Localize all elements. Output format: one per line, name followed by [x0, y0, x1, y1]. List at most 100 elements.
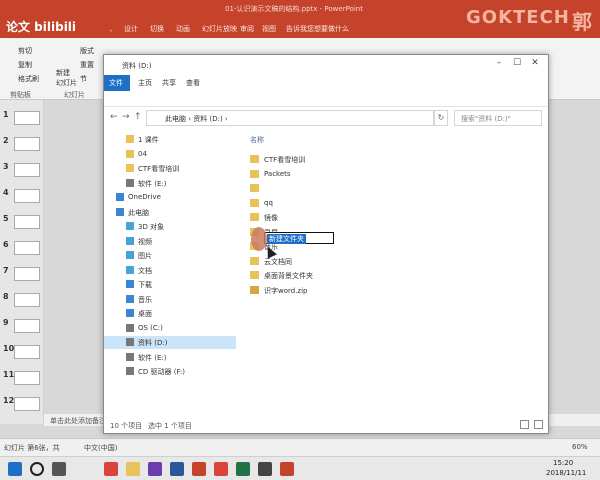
slide-thumbnail[interactable] [14, 111, 40, 125]
folder-icon [250, 285, 259, 294]
slide-thumbnail[interactable] [14, 397, 40, 411]
explorer-tabs: 文件 主页 共享 查看 [104, 75, 548, 91]
file-list-item[interactable]: 识字word.zip [244, 284, 424, 297]
tab-design[interactable]: 设计 [124, 24, 138, 34]
navigation-pane: 1 课件 04 CTF看雪培训 软件 (E:) OneDrive 此电脑 3D 对象 视频 图片… [104, 131, 236, 411]
format-painter-button[interactable]: 格式刷 [18, 74, 39, 84]
slide-number: 1 [3, 110, 9, 119]
clipboard-group-label: 剪贴板 [10, 91, 31, 99]
name-column-header[interactable]: 名称 [250, 135, 264, 145]
refresh-icon[interactable]: ↻ [434, 110, 448, 126]
nav-item[interactable]: 文档 [104, 264, 236, 277]
app-icon[interactable] [170, 462, 184, 476]
nav-item[interactable]: 下载 [104, 278, 236, 291]
app-icon[interactable] [258, 462, 272, 476]
nav-item-label: OS (C:) [138, 323, 163, 332]
copy-button[interactable]: 复制 [18, 60, 32, 70]
app-icon[interactable] [214, 462, 228, 476]
file-name: 桌面背景文件夹 [264, 272, 313, 280]
cortana-icon[interactable] [30, 462, 44, 476]
nav-item[interactable]: 04 [104, 148, 236, 161]
folder-icon [126, 149, 134, 158]
slide-thumbnail[interactable] [14, 241, 40, 255]
nav-item[interactable]: OS (C:) [104, 322, 236, 335]
tab-review[interactable]: 审阅 [240, 24, 254, 34]
rename-input[interactable]: 新建文件夹 [264, 232, 334, 244]
nav-item[interactable]: OneDrive [104, 191, 236, 204]
address-row: ← → ↑ 此电脑 › 资料 (D:) › ↻ 搜索"资料 (D:)" [104, 107, 548, 129]
file-list-item[interactable] [244, 182, 424, 195]
task-view-icon[interactable] [52, 462, 66, 476]
tab-animations[interactable]: 动画 [176, 24, 190, 34]
slide-thumbnail[interactable] [14, 345, 40, 359]
tab-slideshow[interactable]: 幻灯片放映 [202, 24, 237, 34]
back-arrow-icon[interactable]: ← [110, 112, 118, 122]
slide-thumbnail[interactable] [14, 137, 40, 151]
tell-me-box[interactable]: 告诉我您想要做什么 [286, 24, 349, 34]
nav-item-label: 图片 [138, 252, 152, 260]
chrome-icon[interactable] [104, 462, 118, 476]
nav-item[interactable]: CD 驱动器 (F:) [104, 365, 236, 378]
nav-item[interactable]: 软件 (E:) [104, 351, 236, 364]
nav-item[interactable]: 软件 (E:) [104, 177, 236, 190]
slide-thumbnail[interactable] [14, 371, 40, 385]
file-name: 镜像 [264, 214, 278, 222]
app-icon[interactable] [192, 462, 206, 476]
reset-button[interactable]: 重置 [80, 60, 94, 70]
nav-item[interactable]: 资料 (D:) [104, 336, 236, 349]
nav-item[interactable]: 3D 对象 [104, 220, 236, 233]
slide-number: 10 [3, 344, 15, 353]
explorer-tab-share[interactable]: 共享 [162, 78, 176, 88]
nav-item[interactable]: 此电脑 [104, 206, 236, 219]
clock-date[interactable]: 2018/11/11 [546, 469, 586, 477]
nav-item-label: 文档 [138, 266, 152, 275]
slide-thumbnail[interactable] [14, 215, 40, 229]
slide-number: 6 [3, 240, 9, 249]
explorer-tab-view[interactable]: 查看 [186, 78, 200, 88]
tab-transitions[interactable]: 切换 [150, 24, 164, 34]
file-list-pane: 名称 CTF看雪培训Packetsqq镜像录屏音乐云文档同桌面背景文件夹识字wo… [238, 131, 548, 411]
slide-thumbnail[interactable] [14, 293, 40, 307]
nav-item[interactable]: 视频 [104, 235, 236, 248]
app-icon[interactable] [280, 462, 294, 476]
cut-button[interactable]: 剪切 [18, 46, 32, 56]
slide-number: 8 [3, 292, 9, 301]
slide-thumbnail[interactable] [14, 319, 40, 333]
clock-time[interactable]: 15:20 [553, 459, 573, 467]
large-icons-view-icon[interactable] [534, 420, 543, 429]
file-list-item[interactable]: qq [244, 197, 424, 210]
file-list-item[interactable]: Packets [244, 168, 424, 181]
minimize-icon[interactable]: – [492, 58, 506, 70]
folder-icon [250, 169, 259, 178]
nav-item[interactable]: CTF看雪培训 [104, 162, 236, 175]
close-icon[interactable]: ✕ [528, 58, 542, 70]
zoom-level[interactable]: 60% [572, 443, 588, 451]
app-icon[interactable] [148, 462, 162, 476]
slide-thumbnail[interactable] [14, 189, 40, 203]
nav-item[interactable]: 音乐 [104, 293, 236, 306]
file-list-item[interactable]: 镜像 [244, 211, 424, 224]
up-arrow-icon[interactable]: ↑ [134, 112, 142, 122]
nav-item[interactable]: 1 课件 [104, 133, 236, 146]
section-button[interactable]: 节 [80, 74, 87, 84]
file-list-item[interactable]: 桌面背景文件夹 [244, 269, 424, 282]
explorer-icon[interactable] [126, 462, 140, 476]
file-list-item[interactable]: CTF看雪培训 [244, 153, 424, 166]
folder-icon [126, 251, 134, 259]
nav-item[interactable]: 图片 [104, 249, 236, 262]
forward-arrow-icon[interactable]: → [122, 112, 130, 122]
search-input[interactable]: 搜索"资料 (D:)" [454, 110, 542, 126]
details-view-icon[interactable] [520, 420, 529, 429]
slide-thumbnail[interactable] [14, 163, 40, 177]
explorer-tab-home[interactable]: 主页 [138, 78, 152, 88]
nav-item[interactable]: 桌面 [104, 307, 236, 320]
app-icon[interactable] [236, 462, 250, 476]
new-slide-button[interactable]: 新建 [56, 68, 70, 78]
slide-thumbnail[interactable] [14, 267, 40, 281]
maximize-icon[interactable]: ☐ [510, 58, 524, 70]
start-icon[interactable] [8, 462, 22, 476]
explorer-tab-file[interactable]: 文件 [104, 75, 130, 91]
layout-button[interactable]: 版式 [80, 46, 94, 56]
address-bar[interactable]: 此电脑 › 资料 (D:) › [146, 110, 434, 126]
tab-view[interactable]: 视图 [262, 24, 276, 34]
